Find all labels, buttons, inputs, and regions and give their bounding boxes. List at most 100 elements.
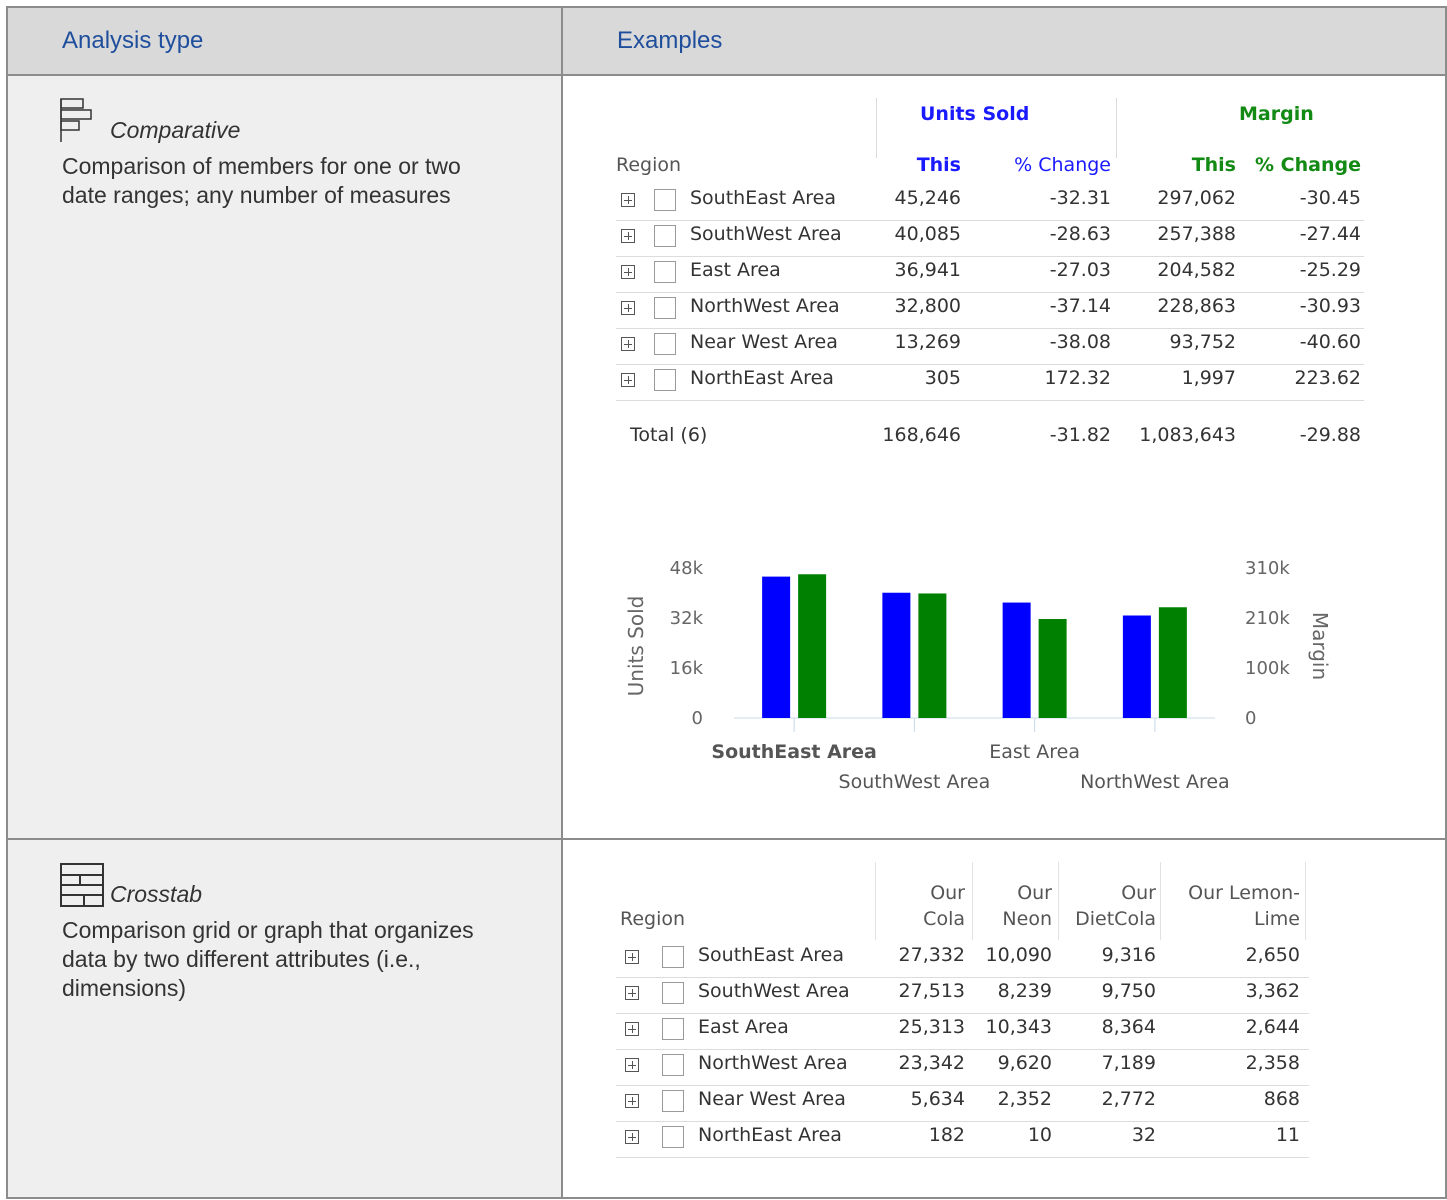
- row-checkbox[interactable]: [662, 1054, 684, 1076]
- expand-row-icon[interactable]: [621, 265, 635, 279]
- comparative-type-cell: Comparative Comparison of members for on…: [6, 74, 563, 840]
- units-pct-value: -27.03: [1049, 259, 1111, 281]
- row-region-label[interactable]: Near West Area: [690, 331, 838, 353]
- expand-row-icon[interactable]: [625, 1058, 639, 1072]
- units-this-value: 32,800: [894, 295, 961, 317]
- x-category-label: SouthEast Area: [711, 741, 876, 763]
- row-divider: [616, 256, 1364, 257]
- row-checkbox[interactable]: [654, 225, 676, 247]
- units-pct-value: -37.14: [1049, 295, 1111, 317]
- comparative-title: Comparative: [110, 117, 241, 143]
- row-region-label[interactable]: SouthWest Area: [690, 223, 842, 245]
- y-tick-label: 0: [692, 708, 703, 729]
- column-header-line2[interactable]: Neon: [932, 908, 1052, 930]
- row-region-label[interactable]: NorthWest Area: [690, 295, 840, 317]
- comparative-row: Comparative Comparison of members for on…: [6, 74, 1447, 840]
- row-checkbox[interactable]: [662, 946, 684, 968]
- margin-this-header[interactable]: This: [1123, 154, 1236, 176]
- y2-tick-label: 310k: [1245, 558, 1290, 579]
- crosstab-cell-value: 8,239: [997, 980, 1052, 1002]
- row-checkbox[interactable]: [654, 333, 676, 355]
- row-divider: [616, 400, 1364, 401]
- row-checkbox[interactable]: [654, 189, 676, 211]
- row-region-label[interactable]: SouthEast Area: [698, 944, 844, 966]
- units-this-header[interactable]: This: [863, 154, 961, 176]
- expand-row-icon[interactable]: [621, 193, 635, 207]
- row-region-label[interactable]: SouthWest Area: [698, 980, 850, 1002]
- comparative-description: Comparison of members for one or two dat…: [62, 153, 461, 208]
- margin-bar: [918, 593, 947, 718]
- row-region-label[interactable]: Near West Area: [698, 1088, 846, 1110]
- expand-row-icon[interactable]: [625, 986, 639, 1000]
- margin-pct-change-header[interactable]: % Change: [1239, 154, 1361, 176]
- units-sold-bar: [762, 576, 791, 718]
- x-category-label: SouthWest Area: [839, 771, 991, 793]
- crosstab-cell-value: 11: [1275, 1124, 1300, 1146]
- margin-pct-value: -30.93: [1299, 295, 1361, 317]
- header-analysis-type: Analysis type: [6, 6, 563, 76]
- region-column-header: Region: [616, 154, 682, 176]
- row-checkbox[interactable]: [662, 982, 684, 1004]
- margin-this-value: 1,997: [1181, 367, 1236, 389]
- crosstab-example-cell: Region Our Cola Our Neon Our DietCola Our Lemon…: [561, 838, 1447, 1199]
- units-this-value: 45,246: [894, 187, 961, 209]
- expand-row-icon[interactable]: [621, 373, 635, 387]
- expand-row-icon[interactable]: [621, 337, 635, 351]
- row-checkbox[interactable]: [654, 369, 676, 391]
- row-region-label[interactable]: NorthWest Area: [698, 1052, 848, 1074]
- units-sold-bar: [1122, 615, 1151, 718]
- crosstab-cell-value: 9,750: [1101, 980, 1156, 1002]
- row-region-label[interactable]: NorthEast Area: [690, 367, 834, 389]
- crosstab-cell-value: 23,342: [898, 1052, 965, 1074]
- expand-row-icon[interactable]: [621, 229, 635, 243]
- comparative-icon: [60, 98, 92, 142]
- units-pct-change-header[interactable]: % Change: [983, 154, 1111, 176]
- units-sold-bar: [1002, 602, 1031, 718]
- margin-bar: [1038, 619, 1067, 718]
- expand-row-icon[interactable]: [625, 1094, 639, 1108]
- units-pct-value: -28.63: [1049, 223, 1111, 245]
- column-header-line1[interactable]: Our Lemon-: [1180, 882, 1300, 904]
- row-checkbox[interactable]: [654, 297, 676, 319]
- expand-row-icon[interactable]: [621, 301, 635, 315]
- margin-this-value: 257,388: [1157, 223, 1236, 245]
- y2-tick-label: 210k: [1245, 608, 1290, 629]
- row-checkbox[interactable]: [662, 1090, 684, 1112]
- y2-tick-label: 0: [1245, 708, 1256, 729]
- units-this-value: 40,085: [894, 223, 961, 245]
- margin-this-value: 297,062: [1157, 187, 1236, 209]
- total-units: 168,646: [882, 424, 961, 446]
- row-checkbox[interactable]: [662, 1126, 684, 1148]
- units-pct-value: -32.31: [1049, 187, 1111, 209]
- crosstab-cell-value: 27,513: [898, 980, 965, 1002]
- margin-pct-value: -30.45: [1299, 187, 1361, 209]
- crosstab-cell-value: 2,772: [1101, 1088, 1156, 1110]
- row-checkbox[interactable]: [654, 261, 676, 283]
- crosstab-type-cell: Crosstab Comparison grid or graph that o…: [6, 838, 563, 1199]
- expand-row-icon[interactable]: [625, 1130, 639, 1144]
- margin-group-header: Margin: [1239, 103, 1314, 125]
- row-region-label[interactable]: East Area: [698, 1016, 789, 1038]
- expand-row-icon[interactable]: [625, 950, 639, 964]
- crosstab-cell-value: 10,343: [985, 1016, 1052, 1038]
- y-axis-title: Units Sold: [624, 596, 648, 697]
- margin-bar: [1158, 607, 1187, 718]
- column-header-line2[interactable]: DietCola: [1036, 908, 1156, 930]
- crosstab-cell-value: 182: [928, 1124, 965, 1146]
- row-region-label[interactable]: East Area: [690, 259, 781, 281]
- row-checkbox[interactable]: [662, 1018, 684, 1040]
- expand-row-icon[interactable]: [625, 1022, 639, 1036]
- row-region-label[interactable]: NorthEast Area: [698, 1124, 842, 1146]
- crosstab-cell-value: 2,358: [1245, 1052, 1300, 1074]
- row-divider: [616, 328, 1364, 329]
- y-tick-label: 16k: [670, 658, 704, 679]
- crosstab-cell-value: 7,189: [1101, 1052, 1156, 1074]
- column-header-line1[interactable]: Our: [1036, 882, 1156, 904]
- column-header-line2[interactable]: Lime: [1180, 908, 1300, 930]
- row-divider: [616, 1157, 1309, 1158]
- column-header-line1[interactable]: Our: [932, 882, 1052, 904]
- y2-tick-label: 100k: [1245, 658, 1290, 679]
- row-region-label[interactable]: SouthEast Area: [690, 187, 836, 209]
- crosstab-background: [616, 860, 1309, 1160]
- total-label: Total (6): [630, 424, 708, 446]
